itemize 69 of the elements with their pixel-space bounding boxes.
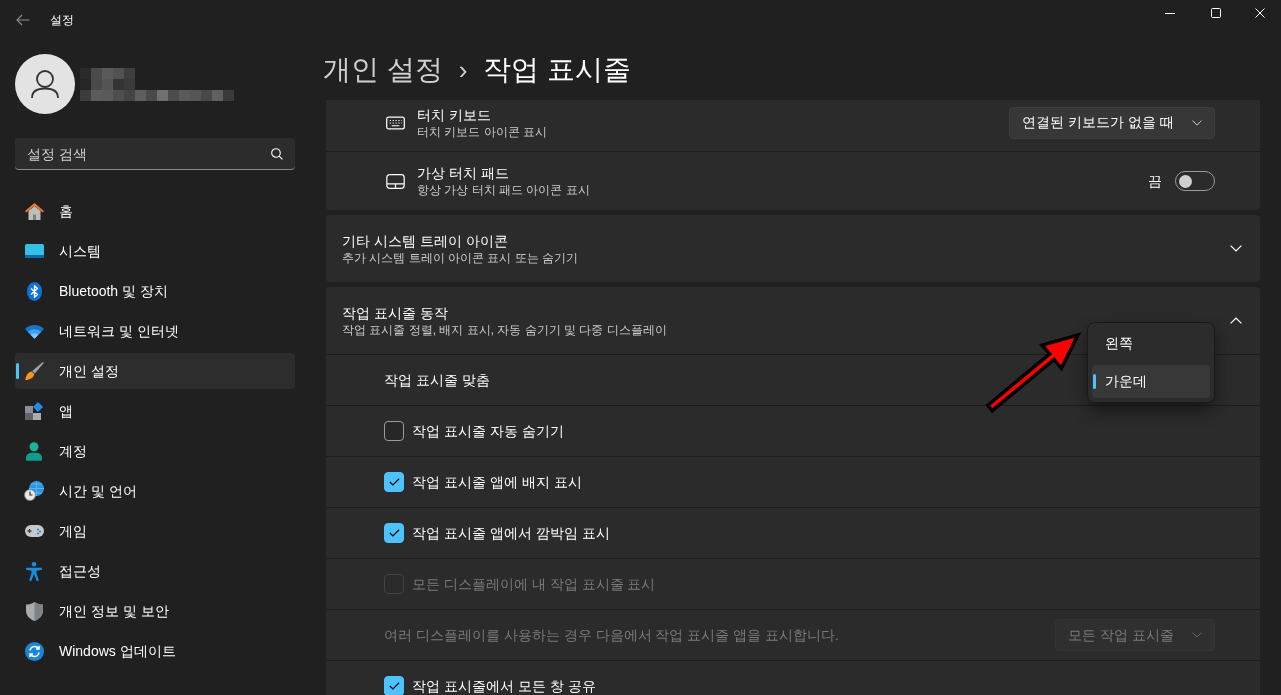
setting-title: 터치 키보드	[417, 105, 491, 124]
search-icon	[271, 148, 283, 160]
menu-option[interactable]: 가운데	[1092, 365, 1210, 398]
bluetooth-icon	[26, 281, 42, 301]
selection-indicator	[16, 363, 19, 379]
sidebar-item[interactable]: 개인 정보 및 보안	[15, 593, 295, 629]
toggle-state-label: 끔	[1148, 171, 1162, 191]
check-icon	[388, 682, 400, 690]
chevron-up-icon[interactable]	[1230, 317, 1242, 324]
sidebar-item[interactable]: 앱	[15, 393, 295, 429]
menu-option[interactable]: 왼쪽	[1092, 327, 1210, 360]
chevron-down-icon	[1192, 119, 1202, 126]
sidebar-item[interactable]: 네트워크 및 인터넷	[15, 313, 295, 349]
globe-clock-icon	[24, 481, 44, 501]
sidebar-item[interactable]: 계정	[15, 433, 295, 469]
checkbox-label: 모든 디스플레이에 내 작업 표시줄 표시	[412, 574, 656, 594]
checkbox[interactable]	[384, 421, 404, 441]
page-title: 작업 표시줄	[483, 53, 632, 87]
sidebar-item[interactable]: Windows 업데이트	[15, 633, 295, 669]
sidebar-item[interactable]: 시간 및 언어	[15, 473, 295, 509]
dropdown-button[interactable]: 연결된 키보드가 없을 때	[1009, 106, 1215, 139]
home-icon	[24, 202, 44, 220]
checkbox[interactable]	[384, 472, 404, 492]
checkbox[interactable]	[384, 523, 404, 543]
paintbrush-icon	[24, 362, 44, 380]
minimize-icon	[1165, 12, 1175, 14]
wifi-icon	[24, 323, 44, 339]
shield-icon	[25, 601, 43, 621]
setting-description: 추가 시스템 트레이 아이콘 표시 또는 숨기기	[342, 249, 578, 266]
sidebar-item[interactable]: 홈	[15, 193, 295, 229]
keyboard-icon	[386, 115, 405, 130]
window-title: 설정	[50, 12, 74, 29]
check-icon	[388, 478, 400, 486]
setting-description: 터치 키보드 아이콘 표시	[417, 123, 547, 140]
chevron-down-icon	[1192, 632, 1202, 638]
selection-indicator	[1093, 374, 1096, 389]
sidebar-item[interactable]: 개인 설정	[15, 353, 295, 389]
checkbox[interactable]	[384, 676, 404, 695]
sidebar-item[interactable]: Bluetooth 및 장치	[15, 273, 295, 309]
checkbox-label: 작업 표시줄 자동 숨기기	[412, 421, 564, 441]
breadcrumb-separator: ›	[458, 53, 468, 87]
setting-title: 기타 시스템 트레이 아이콘	[342, 231, 508, 250]
accessibility-icon	[26, 561, 42, 581]
refresh-icon	[24, 641, 44, 661]
back-arrow-icon	[16, 14, 30, 26]
sidebar-item[interactable]: 접근성	[15, 553, 295, 589]
setting-description: 항상 가상 터치 패드 아이콘 표시	[417, 182, 590, 198]
setting-description: 작업 표시줄 정렬, 배지 표시, 자동 숨기기 및 다중 디스플레이	[342, 321, 667, 338]
breadcrumb-parent[interactable]: 개인 설정	[323, 49, 443, 91]
person-icon	[26, 441, 42, 461]
chevron-down-icon[interactable]	[1230, 245, 1242, 252]
setting-label: 작업 표시줄 맞춤	[384, 370, 490, 390]
search-field[interactable]: 설정 검색	[15, 138, 295, 170]
gamepad-icon	[24, 525, 44, 537]
avatar-icon	[15, 54, 75, 114]
check-icon	[388, 529, 400, 537]
display-icon	[24, 244, 44, 258]
checkbox-label: 작업 표시줄 앱에 배지 표시	[412, 472, 582, 492]
setting-title: 작업 표시줄 동작	[342, 303, 448, 322]
setting-label: 여러 디스플레이를 사용하는 경우 다음에서 작업 표시줄 앱을 표시합니다.	[384, 625, 839, 645]
sidebar-item[interactable]: 시스템	[15, 233, 295, 269]
tiles-icon	[25, 402, 43, 420]
close-icon	[1255, 8, 1265, 18]
setting-title: 가상 터치 패드	[417, 164, 509, 182]
maximize-icon	[1211, 8, 1221, 18]
checkbox-label: 작업 표시줄에서 모든 창 공유	[412, 676, 596, 695]
checkbox-label: 작업 표시줄 앱에서 깜박임 표시	[412, 523, 610, 543]
touchpad-icon	[386, 173, 405, 189]
sidebar-item[interactable]: 게임	[15, 513, 295, 549]
